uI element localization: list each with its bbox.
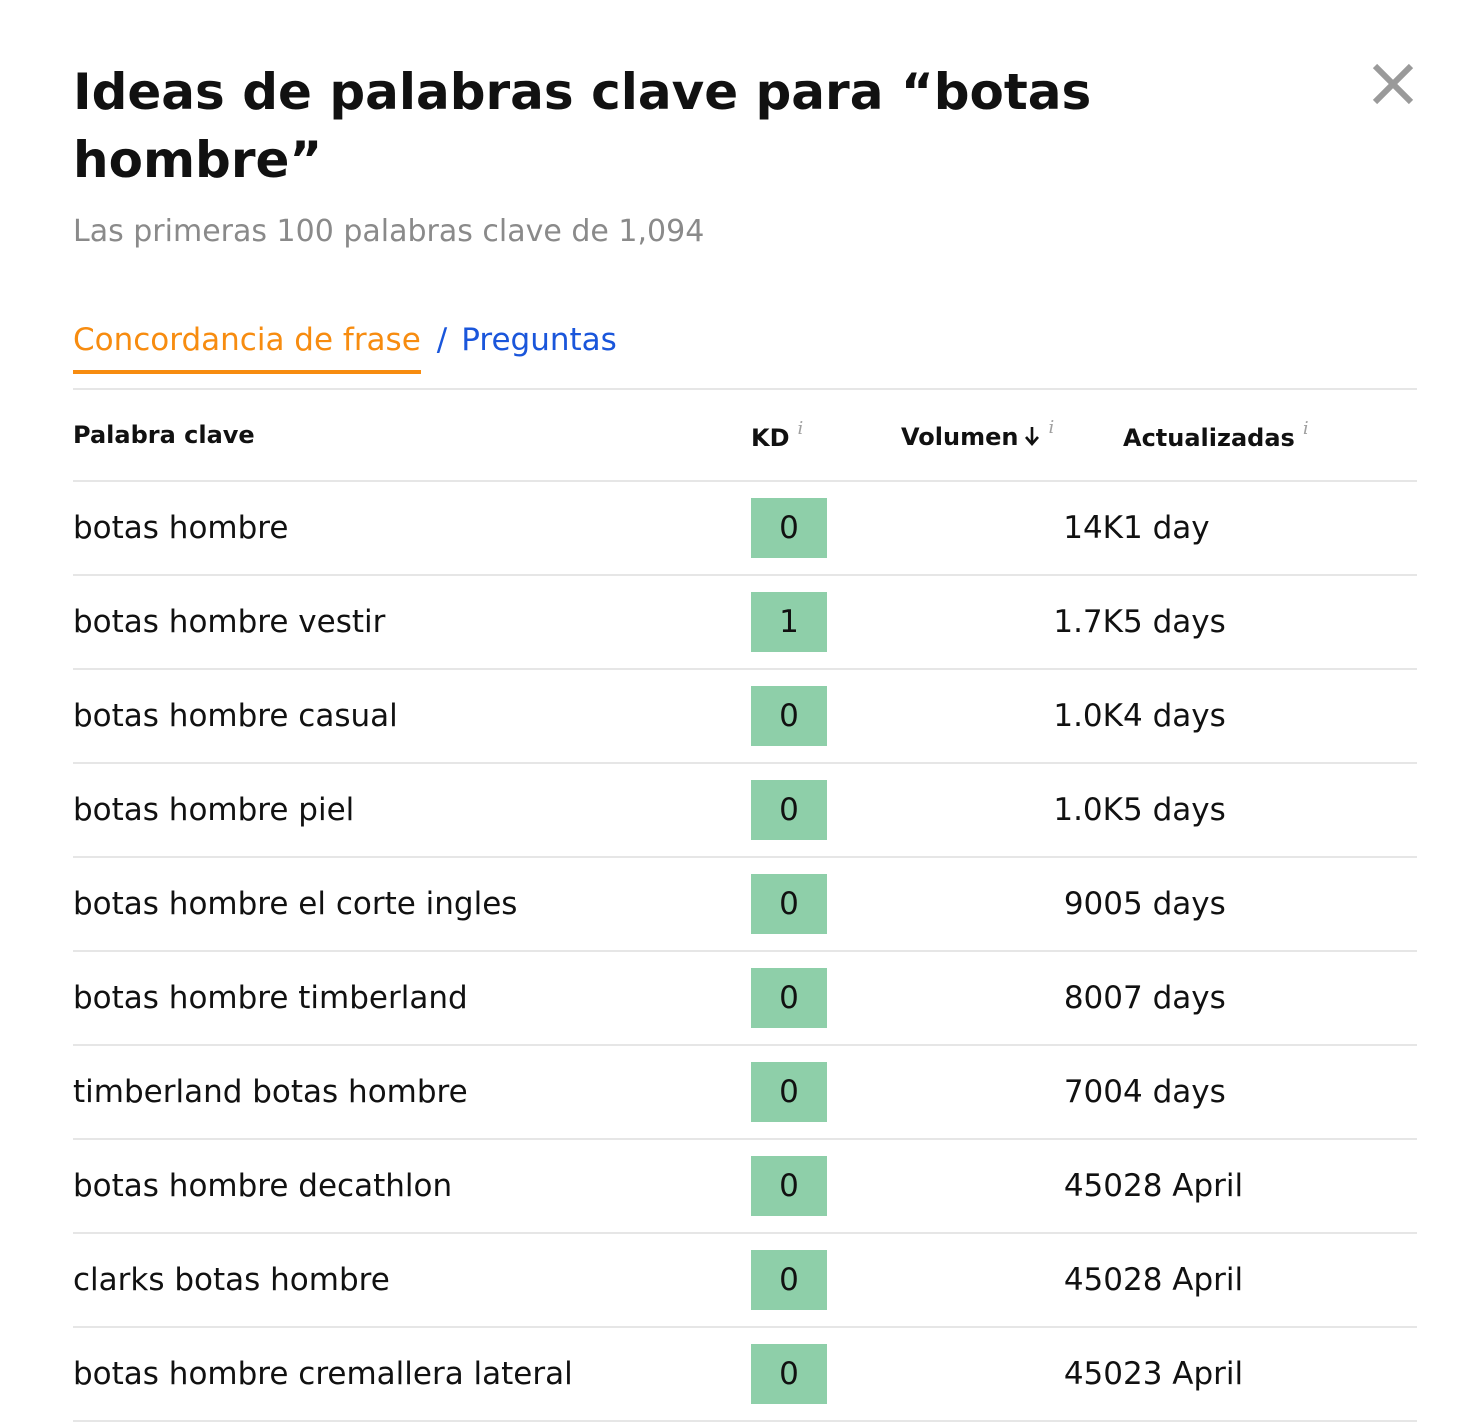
column-header-label: Actualizadas <box>1123 424 1295 452</box>
table-header-row: Palabra clave KD i Volumen i Actualizadas i <box>73 390 1417 482</box>
kd-badge: 0 <box>751 1156 827 1216</box>
close-icon <box>1372 63 1414 105</box>
kd-cell: 1 <box>751 575 901 670</box>
kd-badge: 0 <box>751 780 827 840</box>
keyword-cell: botas hombre decathlon <box>73 1139 751 1234</box>
keyword-link[interactable]: botas hombre <box>73 510 288 546</box>
tab-separator: / <box>436 322 448 358</box>
dialog-subtitle: Las primeras 100 palabras clave de 1,094 <box>73 214 705 249</box>
kd-badge: 0 <box>751 498 827 558</box>
kd-cell: 0 <box>751 1139 901 1234</box>
kd-badge: 1 <box>751 592 827 652</box>
kd-badge: 0 <box>751 1250 827 1310</box>
keyword-ideas-dialog: Ideas de palabras clave para “botas homb… <box>0 0 1470 1428</box>
table-row[interactable]: botas hombre 0 14K 1 day <box>73 481 1417 576</box>
keyword-link[interactable]: botas hombre cremallera lateral <box>73 1356 573 1392</box>
keyword-cell: botas hombre cremallera lateral <box>73 1327 751 1422</box>
keyword-cell: botas hombre <box>73 481 751 576</box>
kd-cell: 0 <box>751 1327 901 1422</box>
kd-cell: 0 <box>751 1233 901 1328</box>
kd-badge: 0 <box>751 1062 827 1122</box>
column-header-volume[interactable]: Volumen i <box>901 390 1123 482</box>
updated-cell: 4 days <box>1123 669 1417 764</box>
kd-cell: 0 <box>751 763 901 858</box>
keyword-cell: botas hombre casual <box>73 669 751 764</box>
table-row[interactable]: clarks botas hombre 0 450 28 April <box>73 1233 1417 1328</box>
tab-questions[interactable]: Preguntas <box>461 318 617 362</box>
volume-cell: 700 <box>901 1045 1123 1140</box>
table-row[interactable]: timberland botas hombre 0 700 4 days <box>73 1045 1417 1140</box>
keyword-link[interactable]: botas hombre vestir <box>73 604 385 640</box>
info-icon[interactable]: i <box>1303 418 1309 439</box>
keyword-cell: botas hombre vestir <box>73 575 751 670</box>
keyword-link[interactable]: clarks botas hombre <box>73 1262 390 1298</box>
volume-cell: 800 <box>901 951 1123 1046</box>
column-header-label: Volumen <box>901 423 1019 451</box>
volume-cell: 450 <box>901 1139 1123 1234</box>
column-header-label: KD <box>751 424 790 452</box>
info-icon[interactable]: i <box>798 418 804 439</box>
updated-cell: 4 days <box>1123 1045 1417 1140</box>
column-header-kd[interactable]: KD i <box>751 390 901 482</box>
keyword-cell: botas hombre timberland <box>73 951 751 1046</box>
keyword-cell: timberland botas hombre <box>73 1045 751 1140</box>
column-header-label: Palabra clave <box>73 421 255 449</box>
kd-cell: 0 <box>751 857 901 952</box>
kd-cell: 0 <box>751 669 901 764</box>
keyword-link[interactable]: botas hombre casual <box>73 698 398 734</box>
updated-cell: 7 days <box>1123 951 1417 1046</box>
updated-cell: 5 days <box>1123 763 1417 858</box>
table-row[interactable]: botas hombre casual 0 1.0K 4 days <box>73 669 1417 764</box>
keyword-link[interactable]: botas hombre decathlon <box>73 1168 452 1204</box>
kd-cell: 0 <box>751 951 901 1046</box>
updated-cell: 5 days <box>1123 575 1417 670</box>
column-header-keyword[interactable]: Palabra clave <box>73 390 751 482</box>
table-row[interactable]: botas hombre piel 0 1.0K 5 days <box>73 763 1417 858</box>
kd-badge: 0 <box>751 874 827 934</box>
column-header-updated[interactable]: Actualizadas i <box>1123 390 1417 482</box>
kd-cell: 0 <box>751 1045 901 1140</box>
table-row[interactable]: botas hombre cremallera lateral 0 450 23 Ap… <box>73 1327 1417 1422</box>
keywords-table: Palabra clave KD i Volumen i Actualizadas i… <box>73 390 1417 1422</box>
table-row[interactable]: botas hombre vestir 1 1.7K 5 days <box>73 575 1417 670</box>
updated-cell: 28 April <box>1123 1233 1417 1328</box>
keyword-cell: botas hombre piel <box>73 763 751 858</box>
volume-cell: 900 <box>901 857 1123 952</box>
kd-badge: 0 <box>751 1344 827 1404</box>
tab-phrase-match[interactable]: Concordancia de frase <box>73 318 421 374</box>
kd-cell: 0 <box>751 481 901 576</box>
keyword-link[interactable]: botas hombre timberland <box>73 980 468 1016</box>
volume-cell: 1.0K <box>901 669 1123 764</box>
info-icon[interactable]: i <box>1048 417 1054 438</box>
keyword-link[interactable]: botas hombre el corte ingles <box>73 886 517 922</box>
table-row[interactable]: botas hombre el corte ingles 0 900 5 days <box>73 857 1417 952</box>
table-row[interactable]: botas hombre decathlon 0 450 28 April <box>73 1139 1417 1234</box>
keyword-link[interactable]: botas hombre piel <box>73 792 354 828</box>
keyword-link[interactable]: timberland botas hombre <box>73 1074 468 1110</box>
volume-cell: 14K <box>901 481 1123 576</box>
volume-cell: 1.7K <box>901 575 1123 670</box>
keyword-cell: botas hombre el corte ingles <box>73 857 751 952</box>
close-button[interactable] <box>1363 56 1423 116</box>
updated-cell: 5 days <box>1123 857 1417 952</box>
volume-cell: 450 <box>901 1327 1123 1422</box>
keyword-cell: clarks botas hombre <box>73 1233 751 1328</box>
updated-cell: 23 April <box>1123 1327 1417 1422</box>
kd-badge: 0 <box>751 968 827 1028</box>
volume-cell: 450 <box>901 1233 1123 1328</box>
updated-cell: 1 day <box>1123 481 1417 576</box>
volume-cell: 1.0K <box>901 763 1123 858</box>
sort-descending-icon <box>1024 425 1040 453</box>
updated-cell: 28 April <box>1123 1139 1417 1234</box>
dialog-title: Ideas de palabras clave para “botas homb… <box>73 63 1092 189</box>
match-type-tabs: Concordancia de frase / Preguntas <box>73 318 617 374</box>
kd-badge: 0 <box>751 686 827 746</box>
table-row[interactable]: botas hombre timberland 0 800 7 days <box>73 951 1417 1046</box>
